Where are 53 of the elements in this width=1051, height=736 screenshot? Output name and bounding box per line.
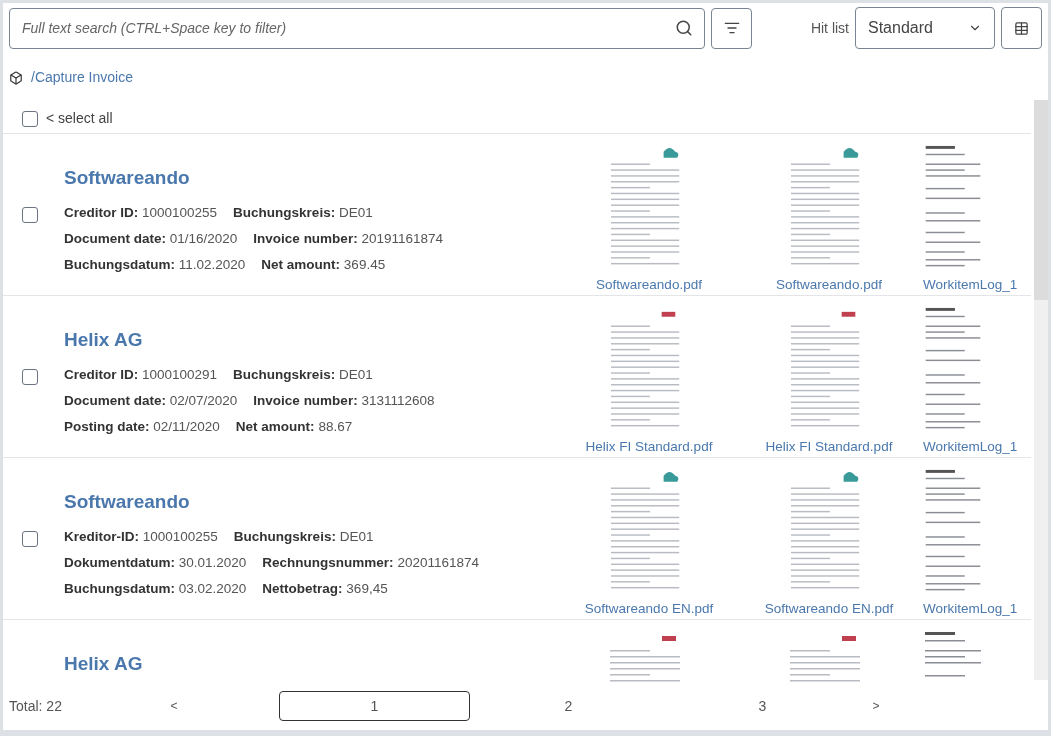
total-count: Total: 22 xyxy=(9,696,63,716)
search-icon[interactable] xyxy=(675,18,693,37)
field-text: Creditor ID: 1000100255 xyxy=(64,203,218,222)
document-link[interactable]: WorkitemLog_1 xyxy=(923,598,1018,619)
previous-page-button[interactable]: < xyxy=(159,697,189,715)
document-link[interactable]: WorkitemLog_1 xyxy=(923,436,1018,457)
field-text: Creditor ID: 1000100291 xyxy=(64,365,218,384)
select-all-label[interactable]: < select all xyxy=(46,108,113,129)
document-link[interactable]: Softwareando EN.pdf xyxy=(584,598,714,619)
result-title[interactable]: Helix AG xyxy=(64,650,559,679)
table-icon xyxy=(1014,20,1029,36)
filter-button[interactable] xyxy=(711,7,752,49)
checkbox[interactable] xyxy=(22,368,38,385)
result-title[interactable]: Softwareando xyxy=(64,164,559,193)
document-link[interactable]: Softwareando EN.pdf xyxy=(764,598,894,619)
field-text: Buchungskreis: DE01 xyxy=(233,203,373,222)
cube-icon xyxy=(9,70,23,85)
field-text: Net amount: 88.67 xyxy=(235,418,353,436)
field-text: Document date: 02/07/2020 xyxy=(64,391,238,410)
field-text: Kreditor-ID: 1000100255 xyxy=(64,527,218,546)
field-text: Invoice number: 3131112608 xyxy=(253,391,435,410)
page-button[interactable]: 1 xyxy=(279,691,470,721)
search-field[interactable]: Full text search (CTRL+Space key to filter) xyxy=(9,7,705,49)
document-link[interactable]: Helix FI Standard.pdf xyxy=(585,436,713,457)
field-text: Nettobetrag: 369,45 xyxy=(262,580,388,598)
field-text: Net amount: 369.45 xyxy=(261,256,386,274)
result-title[interactable]: Softwareando xyxy=(64,488,559,517)
result-title[interactable]: Helix AG xyxy=(64,326,559,355)
scrollbar[interactable] xyxy=(1034,100,1048,680)
document-link[interactable]: Softwareando.pdf xyxy=(596,274,702,295)
filter-icon xyxy=(723,20,740,36)
document-link[interactable]: WorkitemLog_1 xyxy=(923,274,1018,295)
field-text: Buchungsdatum: 03.02.2020 xyxy=(64,580,247,598)
field-text: Buchungskreis: DE01 xyxy=(233,527,374,546)
field-text: Dokumentdatum: 30.01.2020 xyxy=(64,553,247,572)
field-text: Posting date: 02/11/2020 xyxy=(64,418,220,436)
document-link[interactable]: Helix FI Standard.pdf xyxy=(765,436,893,457)
page-button[interactable]: 3 xyxy=(667,691,858,721)
next-page-button[interactable]: > xyxy=(861,697,891,715)
table-view-button[interactable] xyxy=(1001,7,1042,49)
field-text: Rechnungsnummer: 20201161874 xyxy=(262,553,479,572)
field-text: Buchungsdatum: 11.02.2020 xyxy=(64,256,246,274)
breadcrumb-link[interactable]: /Capture Invoice xyxy=(31,67,133,88)
page-button[interactable]: 2 xyxy=(473,691,664,721)
checkbox[interactable] xyxy=(22,110,38,127)
checkbox[interactable] xyxy=(22,206,38,223)
hit-list-dropdown[interactable]: Standard xyxy=(855,7,995,49)
field-text: Document date: 01/16/2020 xyxy=(64,229,238,248)
field-text: Buchungskreis: DE01 xyxy=(233,365,373,384)
field-text: Invoice number: 20191161874 xyxy=(253,229,443,248)
hit-list-label: Hit list xyxy=(810,18,849,38)
document-link[interactable]: Softwareando.pdf xyxy=(776,274,882,295)
checkbox[interactable] xyxy=(22,530,38,547)
